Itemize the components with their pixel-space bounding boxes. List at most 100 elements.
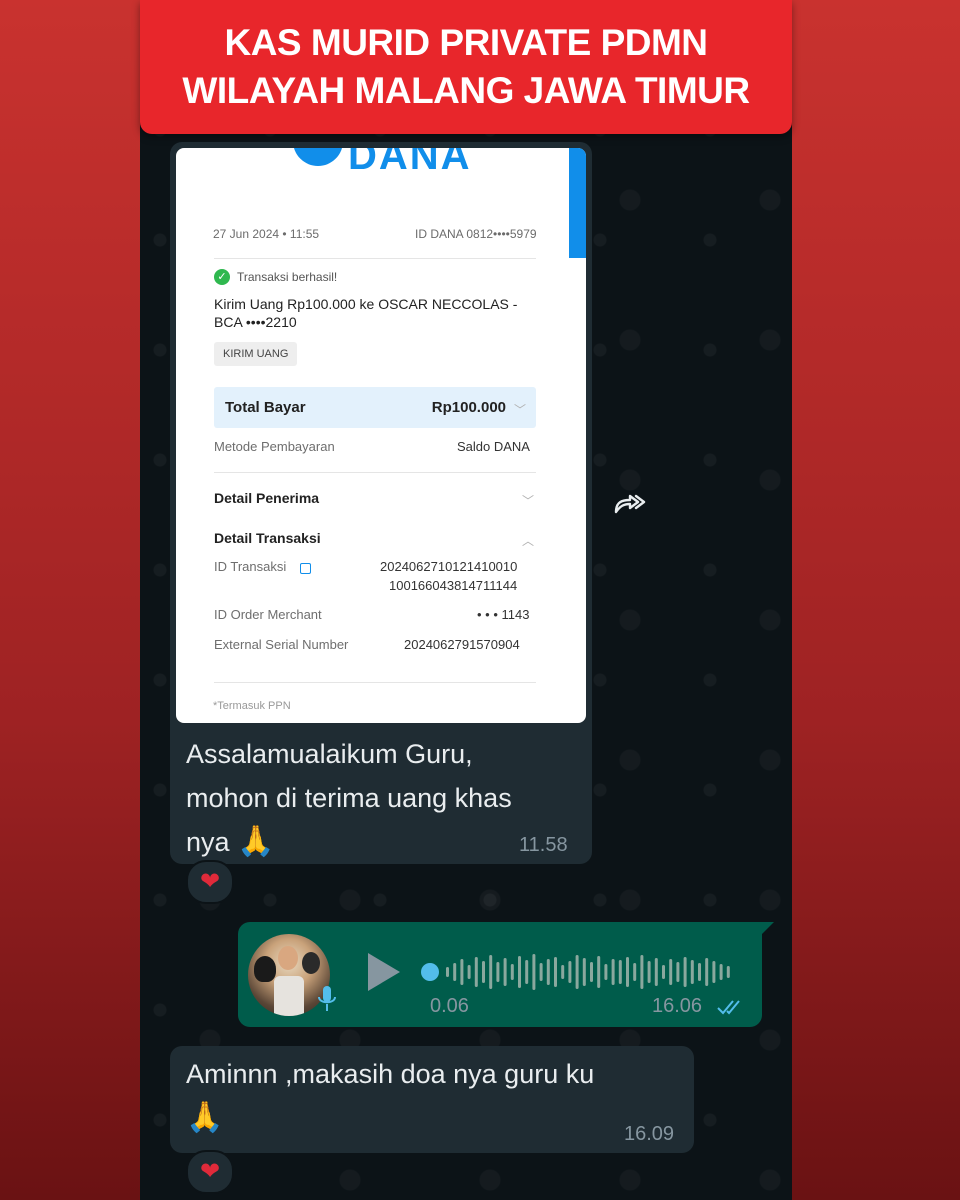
message-line-1: Assalamualaikum Guru, [186,739,473,769]
left-background [0,0,140,1200]
waveform-bar [546,959,550,985]
read-ticks-icon [717,1000,740,1015]
receipt-divider [214,258,536,259]
waveform-bar [698,963,701,981]
pray-emoji: 🙏 [237,825,275,858]
total-label: Total Bayar [225,399,306,416]
playhead-dot[interactable] [421,963,439,981]
receipt-footnote: *Termasuk PPN [213,700,291,712]
banner-line-1: KAS MURID PRIVATE PDMN [224,22,708,63]
message-time: 11.58 [519,834,568,856]
receipt-divider [214,682,536,683]
transaction-id-line1: 2024062710121410010 [380,559,518,574]
waveform-bar [489,955,493,989]
receipt-status: Transaksi berhasil! [237,270,338,284]
pray-emoji: 🙏 [186,1101,224,1134]
message-line-1: Aminnn ,makasih doa nya guru ku [186,1059,595,1089]
waveform-bar [532,954,536,990]
waveform-bar [683,957,687,987]
forward-icon[interactable] [612,486,652,518]
serial-label: External Serial Number [214,637,349,652]
heart-reaction[interactable]: ❤ [186,860,234,904]
right-background [792,0,960,1200]
order-id-value: • • • 1143 [477,607,530,622]
payment-method-label: Metode Pembayaran [214,439,335,454]
waveform-bar [618,960,622,984]
recipient-detail-header[interactable]: Detail Penerima [214,490,319,506]
voice-duration: 0.06 [430,995,469,1017]
dana-logo-text: DANA [348,148,472,178]
waveform-bar [633,963,637,981]
bubble-tail [760,922,774,936]
serial-value: 2024062791570904 [404,637,520,652]
waveform-bar [669,959,673,985]
message-line-3-text: nya [186,827,230,857]
waveform-bar [640,955,644,989]
waveform-bar [626,957,629,987]
transaction-id-line2: 100166043814711144 [389,578,518,593]
waveform-bar [597,956,601,988]
waveform-bar [705,958,709,986]
microphone-icon [318,986,336,1011]
waveform-bar [662,965,665,979]
waveform-bar [726,966,730,978]
total-bayar-row[interactable]: Total Bayar Rp100.000 ﹀ [214,387,536,428]
order-id-label: ID Order Merchant [214,607,322,622]
waveform-bar [525,960,529,984]
waveform-bar [719,964,723,980]
waveform-bar [604,964,608,980]
waveform-bar [446,967,449,977]
waveform-bar [654,958,658,986]
message-line-2: mohon di terima uang khas [186,783,512,813]
waveform-bar [582,958,586,986]
success-check-icon: ✓ [214,269,230,285]
waveform-bar [554,957,557,987]
waveform-bar [575,955,579,989]
waveform-bar [467,965,471,979]
waveform-bar [539,963,543,981]
copy-icon[interactable] [300,563,311,574]
voice-time: 16.06 [652,995,703,1017]
message-text: Assalamualaikum Guru, mohon di terima ua… [186,732,576,864]
waveform-bar [496,962,500,982]
waveform-bar [611,959,615,985]
waveform-bar [460,959,464,985]
message-line-3: nya 🙏 [186,820,576,864]
waveform-bar [518,956,521,988]
chevron-down-icon[interactable]: ﹀ [522,492,534,509]
voice-waveform[interactable] [420,950,740,994]
waveform-bar [712,961,716,983]
play-icon[interactable] [368,953,400,991]
transaction-type-chip: KIRIM UANG [214,342,298,366]
waveform-bar [590,962,593,982]
chevron-up-icon[interactable]: ︿ [522,532,534,549]
receipt-dana-id: ID DANA 0812••••5979 [415,227,537,241]
waveform-bar [676,962,680,982]
receipt-divider [214,472,536,473]
message-time: 16.09 [624,1123,675,1145]
receipt-date: 27 Jun 2024 • 11:55 [213,227,320,241]
total-value: Rp100.000 [431,399,506,416]
transaction-detail-header[interactable]: Detail Transaksi [214,530,321,546]
dana-logo-icon [293,148,343,166]
receipt-description-line2: BCA ••••2210 [214,314,297,330]
heart-reaction[interactable]: ❤ [186,1150,234,1194]
waveform-bar [474,957,478,987]
receipt-description-line1: Kirim Uang Rp100.000 ke OSCAR NECCOLAS - [214,296,518,312]
waveform-bar [647,961,651,983]
waveform-bar [510,964,514,980]
waveform-bar [503,958,507,986]
waveform-bar [690,960,694,984]
message-text: Aminnn ,makasih doa nya guru ku 🙏 [186,1052,594,1140]
title-banner: KAS MURID PRIVATE PDMN WILAYAH MALANG JA… [140,0,792,134]
payment-method-value: Saldo DANA [457,439,530,454]
transaction-id-label: ID Transaksi [214,559,287,574]
banner-line-2: WILAYAH MALANG JAWA TIMUR [182,70,750,111]
waveform-bar [453,963,457,981]
receipt-header-strip [569,148,586,258]
waveform-bar [568,961,572,983]
chevron-down-icon: ﹀ [513,403,526,417]
waveform-bar [561,965,565,979]
receipt-image[interactable]: DANA 27 Jun 2024 • 11:55 ID DANA 0812•••… [176,148,586,723]
waveform-bar [482,961,485,983]
